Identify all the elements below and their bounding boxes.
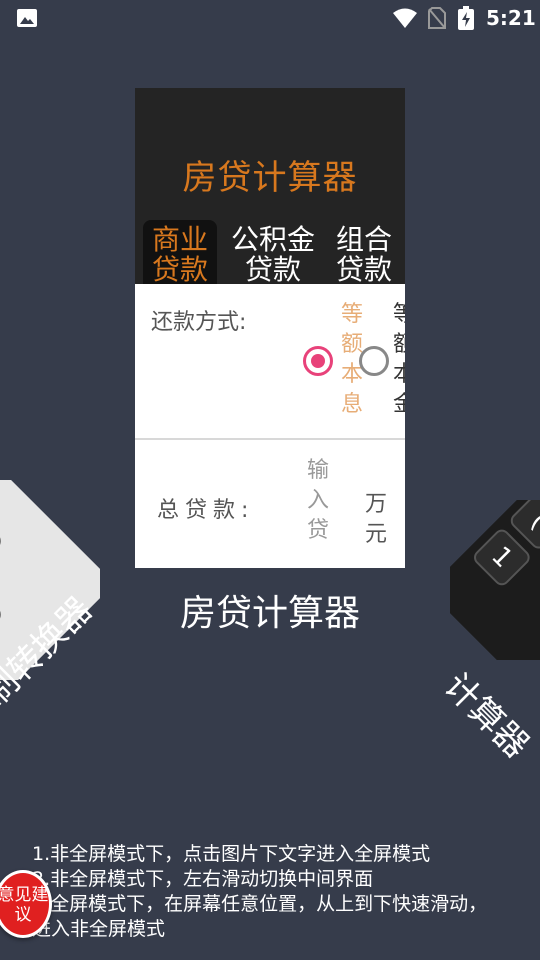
wifi-icon — [393, 8, 417, 28]
form-divider — [135, 438, 405, 440]
repayment-option-radio[interactable] — [359, 346, 389, 376]
tab-commercial-loan[interactable]: 商业贷款 — [143, 220, 217, 284]
no-sim-icon — [428, 7, 446, 29]
instruction-line: 2.非全屏模式下，左右滑动切换中间界面 — [32, 868, 374, 890]
app-screen: 5:21 B F 7 制转换器 ( 7 1 计算器 房贷计算器 商业贷款 公积金… — [0, 0, 540, 960]
loan-form: 还款方式: 等额本息 等额本金 总贷款: 输入贷款 万元 — [135, 284, 405, 568]
repayment-option-radio-selected[interactable] — [303, 346, 333, 376]
calculator-keypad: ( 7 1 — [450, 500, 540, 660]
keypad-key: F — [0, 511, 5, 571]
status-bar: 5:21 — [0, 0, 540, 36]
loan-type-tabs: 商业贷款 公积金贷款 组合贷款 — [143, 220, 405, 284]
battery-charging-icon — [458, 6, 474, 30]
total-loan-label: 总贷款: — [157, 498, 255, 523]
app-title: 房贷计算器 — [182, 158, 358, 198]
image-icon — [17, 9, 37, 27]
repayment-option-label: 等额本金 — [393, 302, 405, 417]
mortgage-caption-link[interactable]: 房贷计算器 — [135, 584, 405, 636]
total-loan-unit: 万元 — [365, 492, 388, 547]
tab-provident-fund-loan[interactable]: 公积金贷款 — [225, 220, 321, 285]
tab-combined-loan[interactable]: 组合贷款 — [329, 220, 399, 285]
instruction-line: 1.非全屏模式下，点击图片下文字进入全屏模式 — [32, 843, 431, 865]
keypad-key: 7 — [0, 584, 5, 645]
calculator-caption-link[interactable]: 计算器 — [435, 660, 540, 767]
total-loan-input[interactable]: 输入贷款 — [307, 456, 333, 544]
status-time: 5:21 — [486, 6, 536, 30]
mortgage-preview-card[interactable]: 房贷计算器 商业贷款 公积金贷款 组合贷款 还款方式: 等额本息 等额本金 总贷… — [135, 88, 405, 568]
usage-instructions: 1.非全屏模式下，点击图片下文字进入全屏模式 2.非全屏模式下，左右滑动切换中间… — [32, 842, 502, 942]
repayment-method-label: 还款方式: — [151, 310, 247, 335]
calculator-preview-card[interactable]: ( 7 1 — [450, 500, 540, 660]
instruction-line: 3.全屏模式下，在屏幕任意位置，从上到下快速滑动，进入非全屏模式 — [32, 893, 488, 940]
